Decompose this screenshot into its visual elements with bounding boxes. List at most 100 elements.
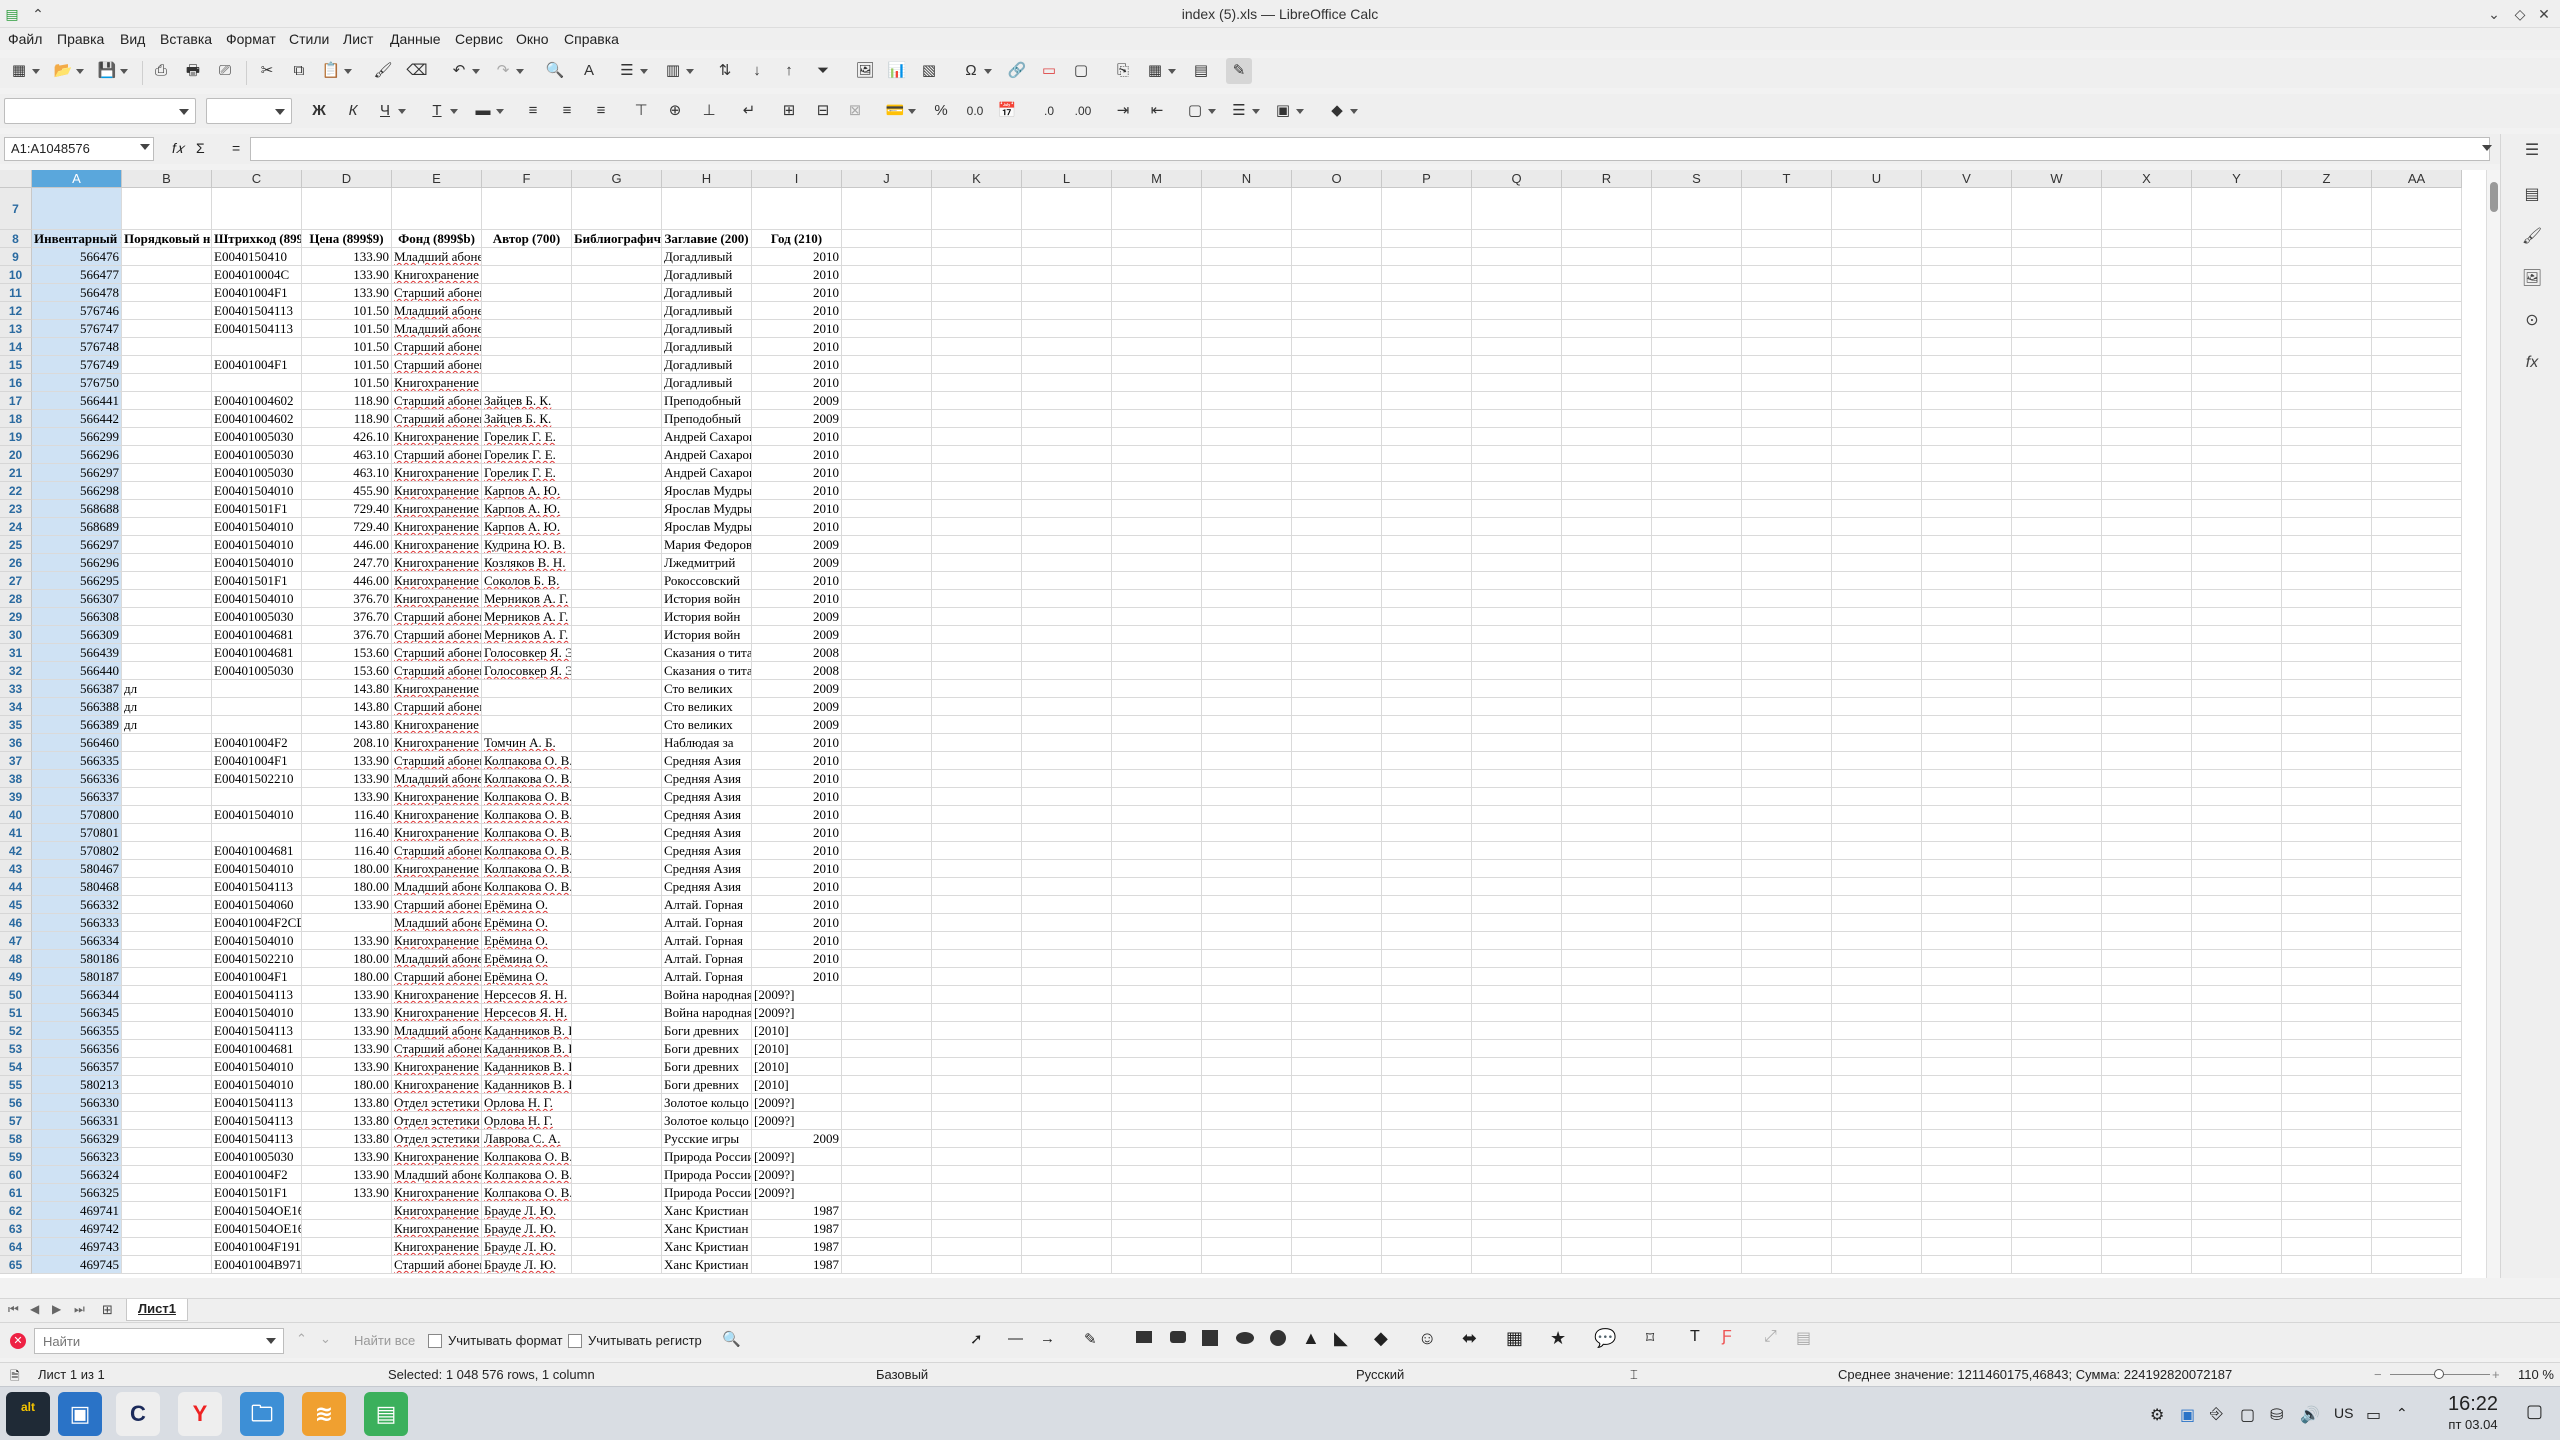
cell[interactable] bbox=[1202, 1130, 1292, 1148]
cell[interactable] bbox=[1292, 500, 1382, 518]
table-cell[interactable]: Ханс Кристиан bbox=[662, 1238, 752, 1256]
table-cell[interactable]: 2010 bbox=[752, 356, 842, 374]
row-header[interactable]: 44 bbox=[0, 878, 32, 896]
table-cell[interactable] bbox=[482, 338, 572, 356]
properties-icon[interactable]: ▤ bbox=[2521, 184, 2543, 206]
vertical-scrollbar[interactable] bbox=[2486, 170, 2500, 1278]
sidebar-menu-icon[interactable]: ☰ bbox=[2521, 140, 2543, 162]
cell[interactable] bbox=[1742, 374, 1832, 392]
cell[interactable] bbox=[1832, 734, 1922, 752]
cell[interactable] bbox=[932, 1004, 1022, 1022]
cell[interactable] bbox=[1742, 248, 1832, 266]
row-header[interactable]: 52 bbox=[0, 1022, 32, 1040]
table-cell[interactable]: 566331 bbox=[32, 1112, 122, 1130]
cell[interactable] bbox=[1922, 590, 2012, 608]
table-cell[interactable] bbox=[482, 302, 572, 320]
cell[interactable] bbox=[1112, 608, 1202, 626]
cell[interactable] bbox=[1112, 1076, 1202, 1094]
cell[interactable] bbox=[1292, 770, 1382, 788]
cell[interactable] bbox=[932, 482, 1022, 500]
cell[interactable] bbox=[2192, 338, 2282, 356]
table-cell[interactable]: 2010 bbox=[752, 860, 842, 878]
table-cell[interactable]: Книгохранение bbox=[392, 788, 482, 806]
table-cell[interactable]: Колпакова О. В. bbox=[482, 842, 572, 860]
table-cell[interactable]: Книгохранение bbox=[392, 536, 482, 554]
cell[interactable] bbox=[1292, 932, 1382, 950]
cell[interactable] bbox=[2192, 572, 2282, 590]
cell[interactable] bbox=[2282, 644, 2372, 662]
cell[interactable] bbox=[1922, 932, 2012, 950]
cell[interactable] bbox=[2192, 950, 2282, 968]
cell[interactable] bbox=[2282, 914, 2372, 932]
cell[interactable] bbox=[2282, 788, 2372, 806]
table-cell[interactable]: E00401504010 bbox=[212, 1058, 302, 1076]
cell[interactable] bbox=[1922, 230, 2012, 248]
cell[interactable] bbox=[1022, 644, 1112, 662]
table-cell[interactable]: 566477 bbox=[32, 266, 122, 284]
table-cell[interactable]: Ярослав Мудрый bbox=[662, 482, 752, 500]
cell[interactable] bbox=[2192, 626, 2282, 644]
table-cell[interactable] bbox=[122, 1094, 212, 1112]
cell[interactable] bbox=[1382, 1184, 1472, 1202]
row-header[interactable]: 16 bbox=[0, 374, 32, 392]
cell[interactable] bbox=[1922, 680, 2012, 698]
chart-icon[interactable]: 📊 bbox=[884, 58, 910, 84]
table-cell[interactable] bbox=[122, 752, 212, 770]
table-cell[interactable] bbox=[572, 752, 662, 770]
cell[interactable] bbox=[2102, 1256, 2192, 1274]
table-cell[interactable]: 566324 bbox=[32, 1166, 122, 1184]
table-cell[interactable]: дл bbox=[122, 680, 212, 698]
table-cell[interactable]: Средняя Азия bbox=[662, 752, 752, 770]
row-header[interactable]: 33 bbox=[0, 680, 32, 698]
cell[interactable] bbox=[2372, 500, 2462, 518]
table-cell[interactable] bbox=[572, 716, 662, 734]
table-cell[interactable] bbox=[122, 878, 212, 896]
table-cell[interactable]: [2009?] bbox=[752, 1094, 842, 1112]
menu-styles[interactable]: Стили bbox=[289, 31, 329, 47]
table-cell[interactable] bbox=[122, 896, 212, 914]
cell[interactable] bbox=[1652, 680, 1742, 698]
cell[interactable] bbox=[1742, 1202, 1832, 1220]
cell[interactable] bbox=[2012, 1130, 2102, 1148]
table-cell[interactable]: 133.90 bbox=[302, 1166, 392, 1184]
cell[interactable] bbox=[2012, 536, 2102, 554]
underline-icon[interactable]: Ч bbox=[372, 98, 406, 124]
cell[interactable] bbox=[2102, 968, 2192, 986]
column-header-b[interactable]: B bbox=[122, 170, 212, 188]
file-manager-icon[interactable]: 🗀 bbox=[240, 1392, 284, 1436]
cell[interactable] bbox=[1022, 1184, 1112, 1202]
table-cell[interactable]: 469743 bbox=[32, 1238, 122, 1256]
cell[interactable] bbox=[1202, 680, 1292, 698]
cell[interactable] bbox=[2282, 626, 2372, 644]
table-cell[interactable]: E00401501F1 bbox=[212, 572, 302, 590]
table-cell[interactable]: Колпакова О. В. bbox=[482, 788, 572, 806]
menu-edit[interactable]: Правка bbox=[57, 31, 104, 47]
cell[interactable] bbox=[1832, 374, 1922, 392]
cell[interactable] bbox=[932, 338, 1022, 356]
cell[interactable] bbox=[2192, 1112, 2282, 1130]
cell[interactable] bbox=[932, 626, 1022, 644]
cell[interactable] bbox=[1022, 842, 1112, 860]
cell[interactable] bbox=[1112, 500, 1202, 518]
prev-sheet-icon[interactable]: ◀ bbox=[30, 1302, 39, 1316]
cell[interactable] bbox=[1922, 518, 2012, 536]
table-cell[interactable]: E00401504010 bbox=[212, 554, 302, 572]
cell[interactable] bbox=[2192, 446, 2282, 464]
cell[interactable] bbox=[2012, 518, 2102, 536]
cell[interactable] bbox=[1652, 950, 1742, 968]
align-bottom-icon[interactable]: ⊥ bbox=[696, 98, 722, 124]
cell[interactable] bbox=[1832, 698, 1922, 716]
cell[interactable] bbox=[1472, 188, 1562, 230]
cell[interactable] bbox=[1112, 518, 1202, 536]
cell[interactable] bbox=[2192, 716, 2282, 734]
cell[interactable] bbox=[2012, 266, 2102, 284]
minimize-icon[interactable]: ⌄ bbox=[2484, 4, 2504, 24]
cell[interactable] bbox=[1742, 1130, 1832, 1148]
cell[interactable] bbox=[1652, 1022, 1742, 1040]
cell[interactable] bbox=[2282, 392, 2372, 410]
cell[interactable] bbox=[932, 320, 1022, 338]
table-cell[interactable]: E00401004F191A05 bbox=[212, 1238, 302, 1256]
cell[interactable] bbox=[1742, 878, 1832, 896]
table-cell[interactable]: 566389 bbox=[32, 716, 122, 734]
table-cell[interactable]: Зайцев Б. К. bbox=[482, 392, 572, 410]
